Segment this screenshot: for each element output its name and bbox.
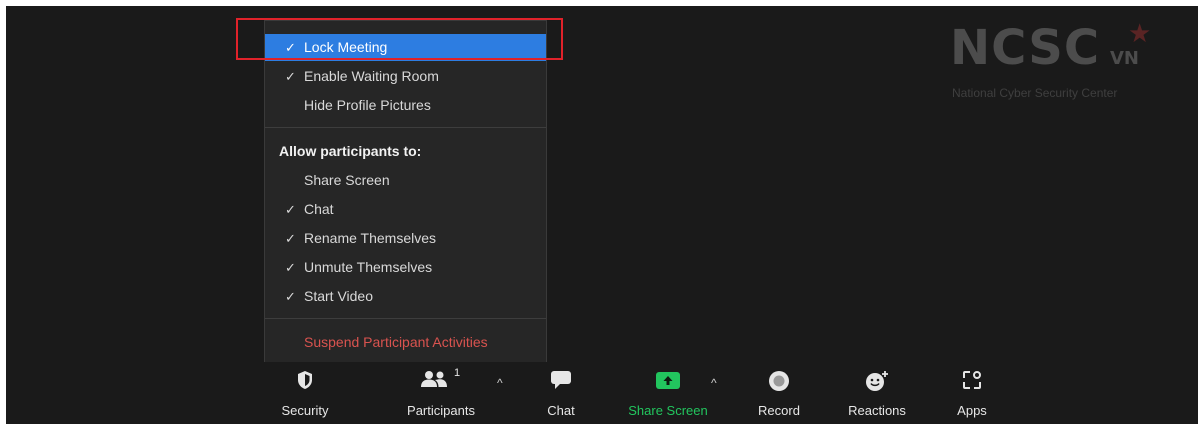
allow-participants-header: Allow participants to: (265, 138, 546, 165)
security-button[interactable]: Security (269, 362, 341, 424)
menu-item-label: Start Video (304, 288, 374, 304)
check-icon: ✓ (285, 231, 296, 246)
ncsc-watermark: NCSC ★ VN National Cyber Security Center (950, 18, 1190, 110)
security-menu: ✓ Lock Meeting ✓ Enable Waiting Room Hid… (264, 20, 547, 364)
section-header-label: Allow participants to: (279, 143, 422, 159)
participants-icon: 1 (420, 367, 460, 393)
menu-item-share-screen[interactable]: Share Screen (265, 167, 546, 194)
record-button[interactable]: Record (749, 362, 809, 424)
chat-button[interactable]: Chat (538, 362, 584, 424)
reactions-icon (865, 370, 889, 397)
menu-divider (265, 127, 546, 128)
menu-item-start-video[interactable]: ✓ Start Video (265, 283, 546, 310)
menu-item-label: Chat (304, 201, 334, 217)
menu-item-hide-profile-pictures[interactable]: Hide Profile Pictures (265, 92, 546, 119)
apps-button[interactable]: Apps (946, 362, 998, 424)
record-label: Record (758, 403, 800, 418)
watermark-suffix: VN (1110, 48, 1139, 69)
participant-count: 1 (454, 367, 461, 379)
menu-item-label: Share Screen (304, 172, 390, 188)
share-screen-label: Share Screen (628, 403, 708, 418)
menu-item-label: Rename Themselves (304, 230, 437, 246)
check-icon: ✓ (285, 202, 296, 217)
reactions-button[interactable]: Reactions (839, 362, 915, 424)
menu-item-label: Enable Waiting Room (304, 68, 439, 84)
lock-meeting-highlight (236, 18, 563, 60)
menu-item-suspend-participant-activities[interactable]: Suspend Participant Activities (265, 329, 546, 356)
participants-button[interactable]: 1 Participants (391, 362, 491, 424)
menu-item-label: Hide Profile Pictures (304, 97, 431, 113)
check-icon: ✓ (285, 289, 296, 304)
star-icon: ★ (1128, 18, 1152, 48)
chat-icon (550, 370, 572, 395)
apps-icon (962, 370, 982, 395)
share-screen-button[interactable]: Share Screen (620, 362, 716, 424)
participants-label: Participants (407, 403, 475, 418)
security-label: Security (281, 403, 329, 418)
shield-icon (296, 370, 314, 395)
menu-item-enable-waiting-room[interactable]: ✓ Enable Waiting Room (265, 63, 546, 90)
menu-item-unmute-themselves[interactable]: ✓ Unmute Themselves (265, 254, 546, 281)
record-icon (768, 370, 790, 397)
share-screen-caret-icon[interactable]: ^ (711, 376, 717, 390)
watermark-subtitle: National Cyber Security Center (952, 86, 1118, 100)
check-icon: ✓ (285, 260, 296, 275)
participants-caret-icon[interactable]: ^ (497, 376, 503, 390)
menu-item-rename-themselves[interactable]: ✓ Rename Themselves (265, 225, 546, 252)
menu-item-chat[interactable]: ✓ Chat (265, 196, 546, 223)
chat-label: Chat (547, 403, 575, 418)
menu-item-label: Suspend Participant Activities (304, 334, 488, 350)
meeting-toolbar: Security 1 Participants ^ Chat Share Scr… (6, 362, 1198, 424)
share-screen-icon (655, 370, 681, 395)
reactions-label: Reactions (848, 403, 906, 418)
apps-label: Apps (957, 403, 987, 418)
menu-item-label: Unmute Themselves (304, 259, 433, 275)
zoom-meeting-window: NCSC ★ VN National Cyber Security Center… (6, 6, 1198, 424)
watermark-logo: NCSC (950, 20, 1101, 76)
check-icon: ✓ (285, 69, 296, 84)
menu-divider (265, 318, 546, 319)
